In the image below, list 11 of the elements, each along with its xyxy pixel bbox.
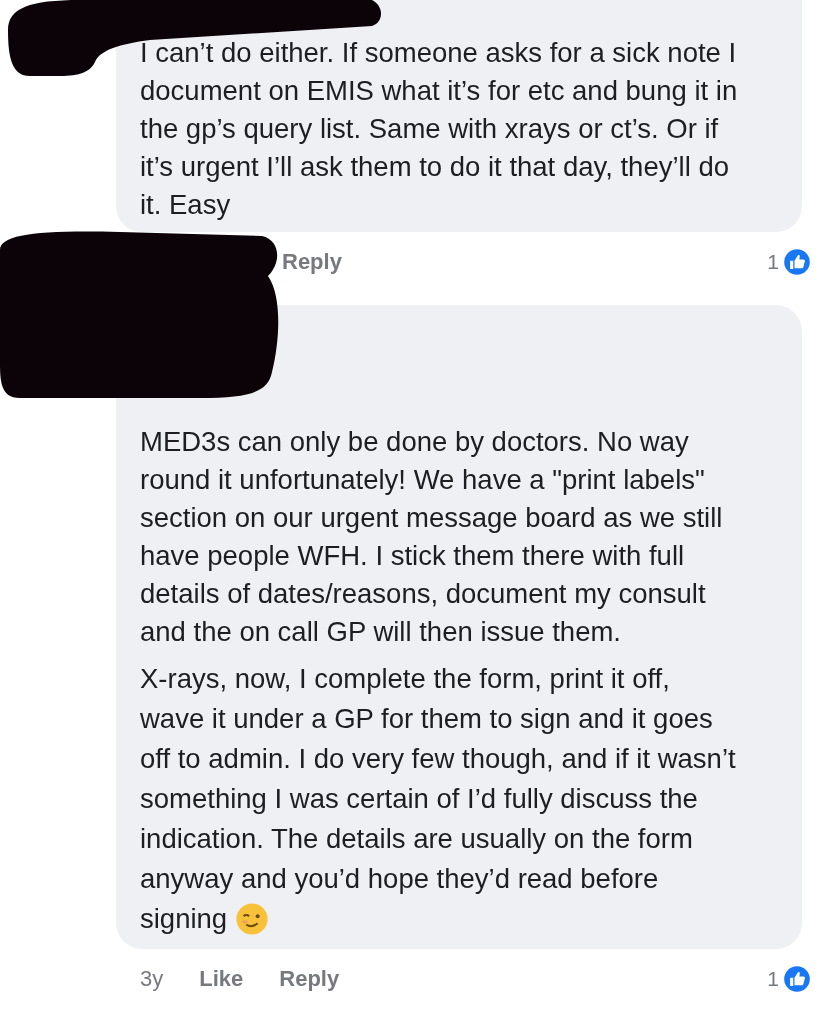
- like-reaction-icon: [782, 247, 812, 277]
- reply-link[interactable]: Reply: [282, 249, 342, 275]
- like-reaction-icon: [782, 964, 812, 994]
- reply-link[interactable]: Reply: [279, 966, 340, 992]
- comment-text: MED3s can only be done by doctors. No way round it unfortunately! We have a "print labels" section on our urgent message board as we still have people WFH. I stick them there with full details of dates/reasons, document my consult and the on call GP will then issue them.: [140, 425, 724, 649]
- comment-text: X-rays, now, I complete the form, print it off, wave it under a GP for them to sign and it goes off to admin. I do very few though, and if it wasn’t something I was certain of I’d fully discuss the indication. The details are usually on the form anyway and you’d hope they’d read before signing: [140, 662, 737, 938]
- reaction-count: 1: [767, 250, 779, 274]
- comment-text: I can’t do either. If someone asks for a sick note I document on EMIS what it’s for etc and bung it in the gp’s query list. Same with xrays or ct’s. Or if it’s urgent I’ll ask them to do it that day, they’ll do it. Easy: [140, 36, 739, 222]
- like-link[interactable]: Like: [199, 966, 244, 992]
- comment-age: 3y: [140, 966, 164, 992]
- reaction-count: 1: [767, 967, 779, 991]
